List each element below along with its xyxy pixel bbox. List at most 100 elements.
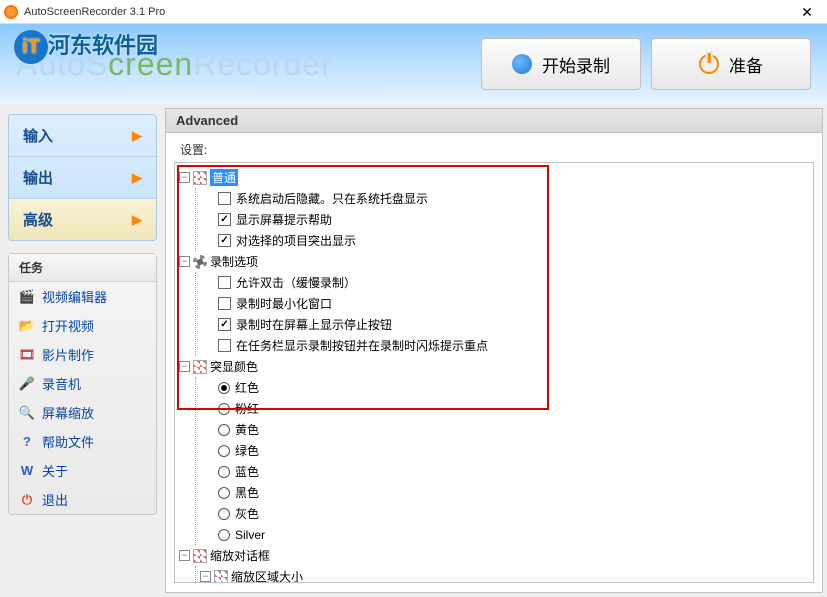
task-icon: 🔍	[19, 405, 35, 421]
titlebar: AutoScreenRecorder 3.1 Pro ✕	[0, 0, 827, 24]
collapse-icon[interactable]: −	[200, 571, 211, 582]
tree-label: 录制时最小化窗口	[236, 295, 332, 312]
radio[interactable]	[218, 487, 230, 499]
checkbox[interactable]	[218, 234, 231, 247]
tree-label: 绿色	[235, 442, 259, 459]
task-item[interactable]: ⏻ 退出	[9, 485, 156, 514]
section-icon	[214, 570, 228, 584]
chevron-right-icon: ▶	[132, 128, 142, 144]
nav-output[interactable]: 输出▶	[9, 157, 156, 199]
task-icon: ⏻	[19, 492, 35, 508]
task-label: 录音机	[42, 374, 81, 393]
radio[interactable]	[218, 466, 230, 478]
tree-label[interactable]: 缩放区域大小	[231, 568, 303, 583]
checkbox[interactable]	[218, 213, 231, 226]
tree-label: 在任务栏显示录制按钮并在录制时闪烁提示重点	[236, 337, 488, 354]
tree-label[interactable]: 突显颜色	[210, 358, 258, 375]
checkbox[interactable]	[218, 318, 231, 331]
nav-group: 输入▶ 输出▶ 高级▶	[8, 114, 157, 241]
task-icon: ?	[19, 434, 35, 450]
tree-section-zoom-area: − 缩放区域大小 无缩放	[200, 566, 809, 583]
task-item[interactable]: 📂 打开视频	[9, 311, 156, 340]
radio[interactable]	[218, 403, 230, 415]
tree-section-general: − 普通 系统启动后隐藏。只在系统托盘显示显示屏幕提示帮助对选择的项目突出显示	[179, 167, 809, 251]
tree-label: 对选择的项目突出显示	[236, 232, 356, 249]
settings-tree[interactable]: − 普通 系统启动后隐藏。只在系统托盘显示显示屏幕提示帮助对选择的项目突出显示 …	[174, 162, 814, 583]
tree-label: 显示屏幕提示帮助	[236, 211, 332, 228]
sidebar: 输入▶ 输出▶ 高级▶ 任务 🎬 视频编辑器 📂 打开视频 🎞影片制作 🎤 录音机 🔍屏幕缩放…	[0, 104, 165, 597]
tree-checkbox-item[interactable]: 在任务栏显示录制按钮并在录制时闪烁提示重点	[218, 335, 809, 356]
tree-label: 粉红	[235, 400, 259, 417]
task-icon: 🎬	[19, 289, 35, 305]
chevron-right-icon: ▶	[132, 212, 142, 228]
tree-checkbox-item[interactable]: 系统启动后隐藏。只在系统托盘显示	[218, 188, 809, 209]
tree-label: 系统启动后隐藏。只在系统托盘显示	[236, 190, 428, 207]
start-record-button[interactable]: 开始录制	[481, 38, 641, 90]
task-label: 退出	[42, 490, 68, 509]
task-item[interactable]: 🎤 录音机	[9, 369, 156, 398]
checkbox[interactable]	[218, 276, 231, 289]
checkbox[interactable]	[218, 297, 231, 310]
tree-checkbox-item[interactable]: 显示屏幕提示帮助	[218, 209, 809, 230]
radio[interactable]	[218, 424, 230, 436]
app-icon	[4, 5, 18, 19]
settings-label: 设置:	[180, 141, 814, 158]
tree-checkbox-item[interactable]: 录制时最小化窗口	[218, 293, 809, 314]
tree-radio-item[interactable]: 蓝色	[218, 461, 809, 482]
tree-radio-item[interactable]: Silver	[218, 524, 809, 545]
tree-radio-item[interactable]: 粉红	[218, 398, 809, 419]
tree-radio-item[interactable]: 黄色	[218, 419, 809, 440]
task-item[interactable]: W关于	[9, 456, 156, 485]
tree-label[interactable]: 缩放对话框	[210, 547, 270, 564]
collapse-icon[interactable]: −	[179, 172, 190, 183]
tree-label: Silver	[235, 528, 265, 542]
collapse-icon[interactable]: −	[179, 361, 190, 372]
task-icon: 📂	[19, 318, 35, 334]
section-icon	[193, 171, 207, 185]
tree-radio-item[interactable]: 灰色	[218, 503, 809, 524]
tree-radio-item[interactable]: 绿色	[218, 440, 809, 461]
tree-label: 允许双击（缓慢录制）	[236, 274, 356, 291]
task-item[interactable]: 🔍屏幕缩放	[9, 398, 156, 427]
task-icon: W	[19, 463, 35, 479]
tree-label: 红色	[235, 379, 259, 396]
tree-label: 黑色	[235, 484, 259, 501]
collapse-icon[interactable]: −	[179, 550, 190, 561]
prepare-button[interactable]: 准备	[651, 38, 811, 90]
tree-radio-item[interactable]: 黑色	[218, 482, 809, 503]
tree-section-record-options: − 录制选项 允许双击（缓慢录制） 录制时最小化窗口录制时在屏幕上显示停止按钮在任…	[179, 251, 809, 356]
task-label: 打开视频	[42, 316, 94, 335]
collapse-icon[interactable]: −	[179, 256, 190, 267]
task-item[interactable]: ?帮助文件	[9, 427, 156, 456]
radio[interactable]	[218, 382, 230, 394]
tree-label: 黄色	[235, 421, 259, 438]
tasks-header: 任务	[9, 254, 156, 282]
main-panel: Advanced 设置: − 普通 系统启动后隐藏。只在系统托盘显示显示屏幕提示…	[165, 104, 827, 597]
tree-label[interactable]: 普通	[210, 169, 238, 186]
task-item[interactable]: 🎬 视频编辑器	[9, 282, 156, 311]
radio[interactable]	[218, 508, 230, 520]
record-icon	[512, 54, 532, 74]
tree-checkbox-item[interactable]: 对选择的项目突出显示	[218, 230, 809, 251]
section-icon	[193, 360, 207, 374]
tree-label: 蓝色	[235, 463, 259, 480]
tree-checkbox-item[interactable]: 允许双击（缓慢录制）	[218, 272, 809, 293]
nav-input[interactable]: 输入▶	[9, 115, 156, 157]
tree-checkbox-item[interactable]: 录制时在屏幕上显示停止按钮	[218, 314, 809, 335]
tree-radio-item[interactable]: 红色	[218, 377, 809, 398]
checkbox[interactable]	[218, 192, 231, 205]
task-icon: 🎤	[19, 376, 35, 392]
chevron-right-icon: ▶	[132, 170, 142, 186]
radio[interactable]	[218, 445, 230, 457]
gear-icon	[193, 255, 207, 269]
tree-section-highlight-color: − 突显颜色 红色粉红黄色绿色蓝色黑色灰色 Silver	[179, 356, 809, 545]
window-title: AutoScreenRecorder 3.1 Pro	[24, 6, 791, 18]
task-item[interactable]: 🎞影片制作	[9, 340, 156, 369]
checkbox[interactable]	[218, 339, 231, 352]
task-label: 视频编辑器	[42, 287, 107, 306]
header: iT河东软件园 AutoScreenRecorder 开始录制 准备	[0, 24, 827, 104]
nav-advanced[interactable]: 高级▶	[9, 199, 156, 240]
close-button[interactable]: ✕	[791, 1, 823, 23]
radio[interactable]	[218, 529, 230, 541]
tree-label[interactable]: 录制选项	[210, 253, 258, 270]
